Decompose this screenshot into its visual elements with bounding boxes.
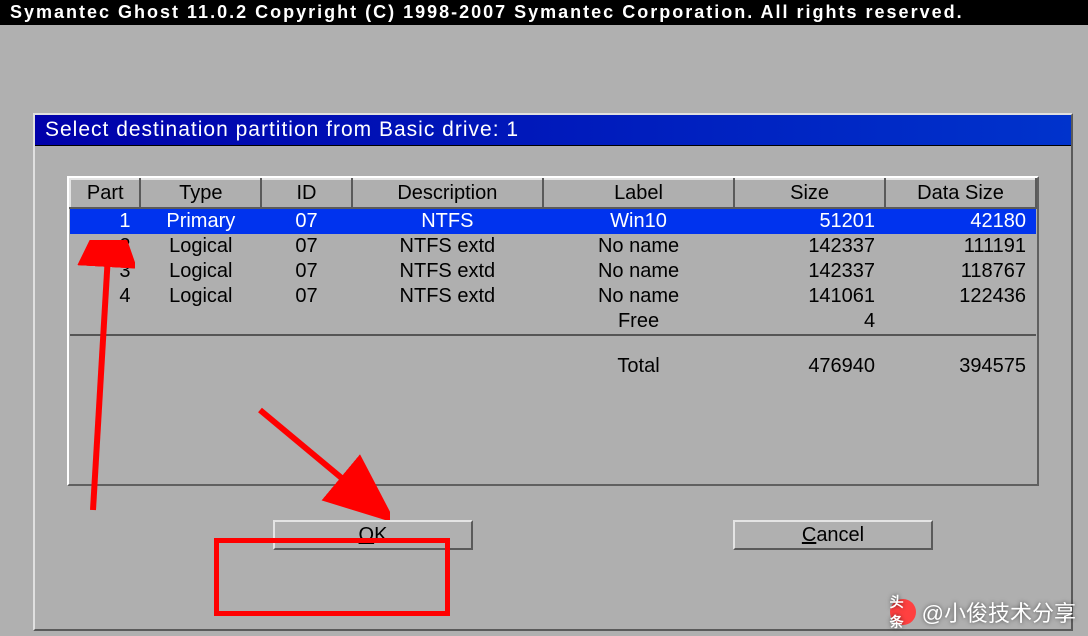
ok-rest: K: [374, 524, 387, 547]
cell-part: 4: [70, 284, 140, 309]
col-header-label[interactable]: Label: [543, 179, 734, 208]
col-header-part[interactable]: Part: [70, 179, 140, 208]
cell-dsize: 111191: [885, 234, 1036, 259]
ok-accel: O: [359, 524, 375, 547]
cancel-accel: C: [802, 524, 816, 547]
table-row[interactable]: 4Logical07NTFS extdNo name141061122436: [70, 284, 1036, 309]
col-header-id[interactable]: ID: [261, 179, 352, 208]
total-label: Total: [543, 337, 734, 379]
col-header-data-size[interactable]: Data Size: [885, 179, 1036, 208]
cell-part: 3: [70, 259, 140, 284]
watermark: 头条 @小俊技术分享: [890, 596, 1076, 628]
cell-dsize: 118767: [885, 259, 1036, 284]
cell-size: 142337: [734, 234, 885, 259]
cell-label: Win10: [543, 208, 734, 234]
partition-table-wrap: Part Type ID Description Label Size Data…: [67, 176, 1039, 486]
cell-dsize: 122436: [885, 284, 1036, 309]
cancel-rest: ancel: [816, 524, 864, 547]
total-size: 476940: [734, 337, 885, 379]
free-label: Free: [543, 309, 734, 335]
cell-id: 07: [261, 259, 352, 284]
cell-size: 142337: [734, 259, 885, 284]
cell-type: Logical: [140, 234, 261, 259]
cell-id: 07: [261, 284, 352, 309]
cell-type: Primary: [140, 208, 261, 234]
dialog-title-bar: Select destination partition from Basic …: [35, 115, 1071, 146]
watermark-icon: 头条: [890, 599, 916, 625]
watermark-text: @小俊技术分享: [922, 596, 1076, 628]
dialog-content: Part Type ID Description Label Size Data…: [35, 146, 1071, 570]
cell-desc: NTFS extd: [352, 234, 543, 259]
col-header-type[interactable]: Type: [140, 179, 261, 208]
cell-part: 2: [70, 234, 140, 259]
free-size: 4: [734, 309, 885, 335]
cell-desc: NTFS: [352, 208, 543, 234]
cell-size: 51201: [734, 208, 885, 234]
cell-desc: NTFS extd: [352, 284, 543, 309]
col-header-description[interactable]: Description: [352, 179, 543, 208]
cell-type: Logical: [140, 259, 261, 284]
cell-label: No name: [543, 259, 734, 284]
ok-button[interactable]: OK: [273, 520, 473, 550]
partition-table: Part Type ID Description Label Size Data…: [69, 178, 1037, 379]
dialog-title: Select destination partition from Basic …: [45, 118, 519, 141]
cancel-button[interactable]: Cancel: [733, 520, 933, 550]
cell-id: 07: [261, 208, 352, 234]
cell-dsize: 42180: [885, 208, 1036, 234]
total-row: Total476940394575: [70, 337, 1036, 379]
table-row[interactable]: 1Primary07NTFSWin105120142180: [70, 208, 1036, 234]
app-header: Symantec Ghost 11.0.2 Copyright (C) 1998…: [0, 0, 1088, 25]
cell-part: 1: [70, 208, 140, 234]
cell-type: Logical: [140, 284, 261, 309]
cell-id: 07: [261, 234, 352, 259]
free-row: Free4: [70, 309, 1036, 335]
table-row[interactable]: 3Logical07NTFS extdNo name142337118767: [70, 259, 1036, 284]
col-header-size[interactable]: Size: [734, 179, 885, 208]
cell-label: No name: [543, 234, 734, 259]
copyright-text: Symantec Ghost 11.0.2 Copyright (C) 1998…: [10, 2, 964, 22]
cell-size: 141061: [734, 284, 885, 309]
button-row: OK Cancel: [67, 520, 1039, 550]
cell-desc: NTFS extd: [352, 259, 543, 284]
cell-label: No name: [543, 284, 734, 309]
destination-partition-dialog: Select destination partition from Basic …: [33, 113, 1073, 631]
table-header-row: Part Type ID Description Label Size Data…: [70, 179, 1036, 208]
total-dsize: 394575: [885, 337, 1036, 379]
table-row[interactable]: 2Logical07NTFS extdNo name142337111191: [70, 234, 1036, 259]
